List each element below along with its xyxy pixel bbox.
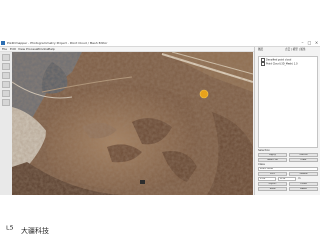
menu-process[interactable]: Process	[26, 47, 37, 51]
save-button[interactable]: Save	[258, 187, 287, 191]
title-bar: Pix4Dmapper - Photogrammetry Project - P…	[0, 40, 320, 47]
menu-edit[interactable]: Edit	[10, 47, 16, 51]
selection-label: Selection	[258, 149, 270, 152]
logo-text: 大疆科技	[21, 227, 49, 235]
menu-file[interactable]: File	[2, 47, 7, 51]
logo-mark-icon: ᴸ⁵	[6, 225, 14, 236]
layers-panel: 图层 点云 | 模型 | 属性 Densified point cloud Po…	[254, 47, 320, 195]
marker-icon	[199, 89, 209, 99]
checkbox-icon[interactable]	[261, 62, 265, 66]
3d-viewport[interactable]	[12, 52, 253, 195]
vehicle-icon	[140, 180, 145, 184]
app-icon	[1, 41, 5, 45]
select-all-button[interactable]: Select all	[258, 158, 287, 162]
terrain-render	[12, 52, 253, 195]
window-title: Pix4Dmapper - Photogrammetry Project - P…	[7, 41, 108, 45]
select-tool-icon[interactable]	[2, 54, 10, 61]
rotate-tool-icon[interactable]	[2, 81, 10, 88]
edit-tool-icon[interactable]	[2, 99, 10, 106]
class-select[interactable]: Point cloud	[258, 167, 318, 171]
zoom-tool-icon[interactable]	[2, 72, 10, 79]
menu-help[interactable]: Help	[48, 47, 55, 51]
apply-button[interactable]: Apply	[258, 153, 287, 157]
value-b-input[interactable]: 0.50	[278, 177, 296, 181]
edit-button[interactable]: Edit	[258, 172, 287, 176]
panel-header-left: 图层	[258, 48, 264, 51]
layer-list[interactable]: Densified point cloud Point Cloud (3D_Me…	[258, 56, 318, 148]
minimize-button[interactable]: –	[299, 40, 306, 46]
panel-header-right[interactable]: 点云 | 模型 | 属性	[285, 48, 306, 51]
class-label: Class	[258, 163, 265, 166]
close-panel-button[interactable]: Close	[289, 182, 318, 186]
close-button[interactable]: ×	[313, 40, 320, 46]
export-button[interactable]: Export	[258, 182, 287, 186]
clear-button[interactable]: Clear	[289, 158, 318, 162]
measure-tool-icon[interactable]	[2, 90, 10, 97]
reset-button[interactable]: Reset	[289, 187, 318, 191]
layer-row[interactable]: Point Cloud (3D_Mesh) 1.0	[261, 62, 298, 66]
value-a-input[interactable]: 1.00	[258, 177, 276, 181]
maximize-button[interactable]: □	[306, 40, 313, 46]
menu-view[interactable]: View	[18, 47, 25, 51]
cancel-button[interactable]: Cancel	[289, 153, 318, 157]
app-window: Pix4Dmapper - Photogrammetry Project - P…	[0, 40, 320, 195]
pan-tool-icon[interactable]	[2, 63, 10, 70]
unit-label: m	[298, 177, 301, 180]
delete-button[interactable]: Delete	[289, 172, 318, 176]
layer-label: Point Cloud (3D_Mesh) 1.0	[266, 62, 298, 66]
